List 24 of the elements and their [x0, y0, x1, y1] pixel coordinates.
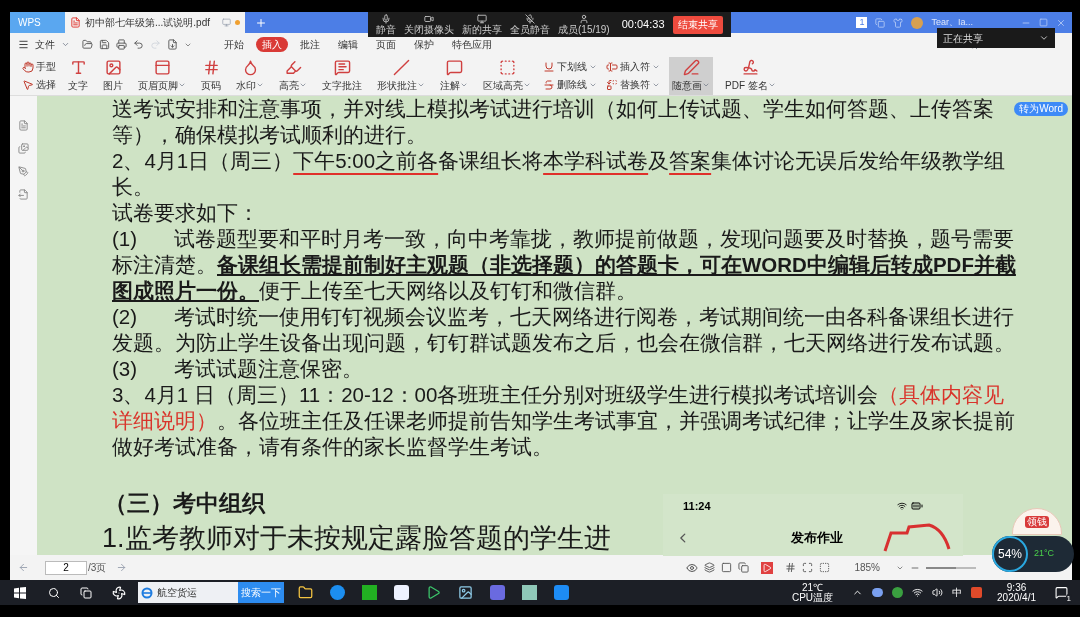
zoom-value: 185% [854, 561, 880, 575]
phone-title: 发布作业 [790, 528, 843, 547]
count-badge: 1 [856, 17, 868, 28]
cpu-temperature: 21°C [1034, 547, 1055, 561]
sharing-indicator: 正在共享 [937, 28, 1055, 48]
list-paragraph: (1) 试卷题型要和平时月考一致，向中考靠拢，教师提前做题，发现问题要及时替换，题号需要标注清楚。备课组长需提前制好主观题（非选择题）的答题卡，可在WORD中编辑后转成PDF并截图成照片一份。便于上传至七天网络以及钉钉和微信群。 [112, 226, 1016, 304]
paragraph: 送考试安排和注意事项，并对线上模拟考试进行培训（如何上传试题、学生如何答题、上传答案等），确保模拟考试顺利的进行。 [112, 96, 995, 148]
user-name: Tear、Ia... [931, 15, 973, 29]
cpu-load: 54% [992, 536, 1028, 572]
paragraph: 3、4月1 日（周三）11：20-12：00各班班主任分别对班级学生进行模拟考试培训会（具体内容见详细说明）。各位班主任及任课老师提前告知学生考试事宜，并强调考试纪律；让学生及家长提前做好考试准备，请有条件的家长监督学生考试。 [112, 382, 1016, 460]
list-paragraph: (3) 考试试题注意保密。 [112, 356, 364, 382]
temperature: 21℃ [801, 582, 824, 593]
phone-time: 11:24 [683, 499, 711, 514]
paragraph: 1.监考教师对于未按规定露脸答题的学生进 [102, 522, 611, 555]
paragraph: 试卷要求如下： [112, 200, 260, 226]
section-heading: （三）考中组织 [104, 489, 265, 518]
temperature-label: CPU温度 [791, 592, 834, 603]
clock-date: 2020/4/1 [997, 592, 1036, 603]
meeting-timer: 00:04:33 [621, 17, 665, 33]
paragraph: 2、4月1日（周三）下午5:00之前各备课组长将本学科试卷及答案集体讨论无误后发给年级教学组长。 [112, 148, 1007, 200]
notification-count: 1 [1065, 594, 1072, 603]
clock-time: 9:36 [1006, 582, 1027, 593]
page-total: /3页 [88, 561, 107, 575]
list-paragraph: (2) 考试时统一使用钉钉视频会议监考，七天网络进行阅卷，考试期间统一由各科备课组长进行发题。为防止学生设备出现问题，钉钉群试题发布之后，也会在微信群，七天网络进行发布试题。 [112, 304, 1016, 356]
